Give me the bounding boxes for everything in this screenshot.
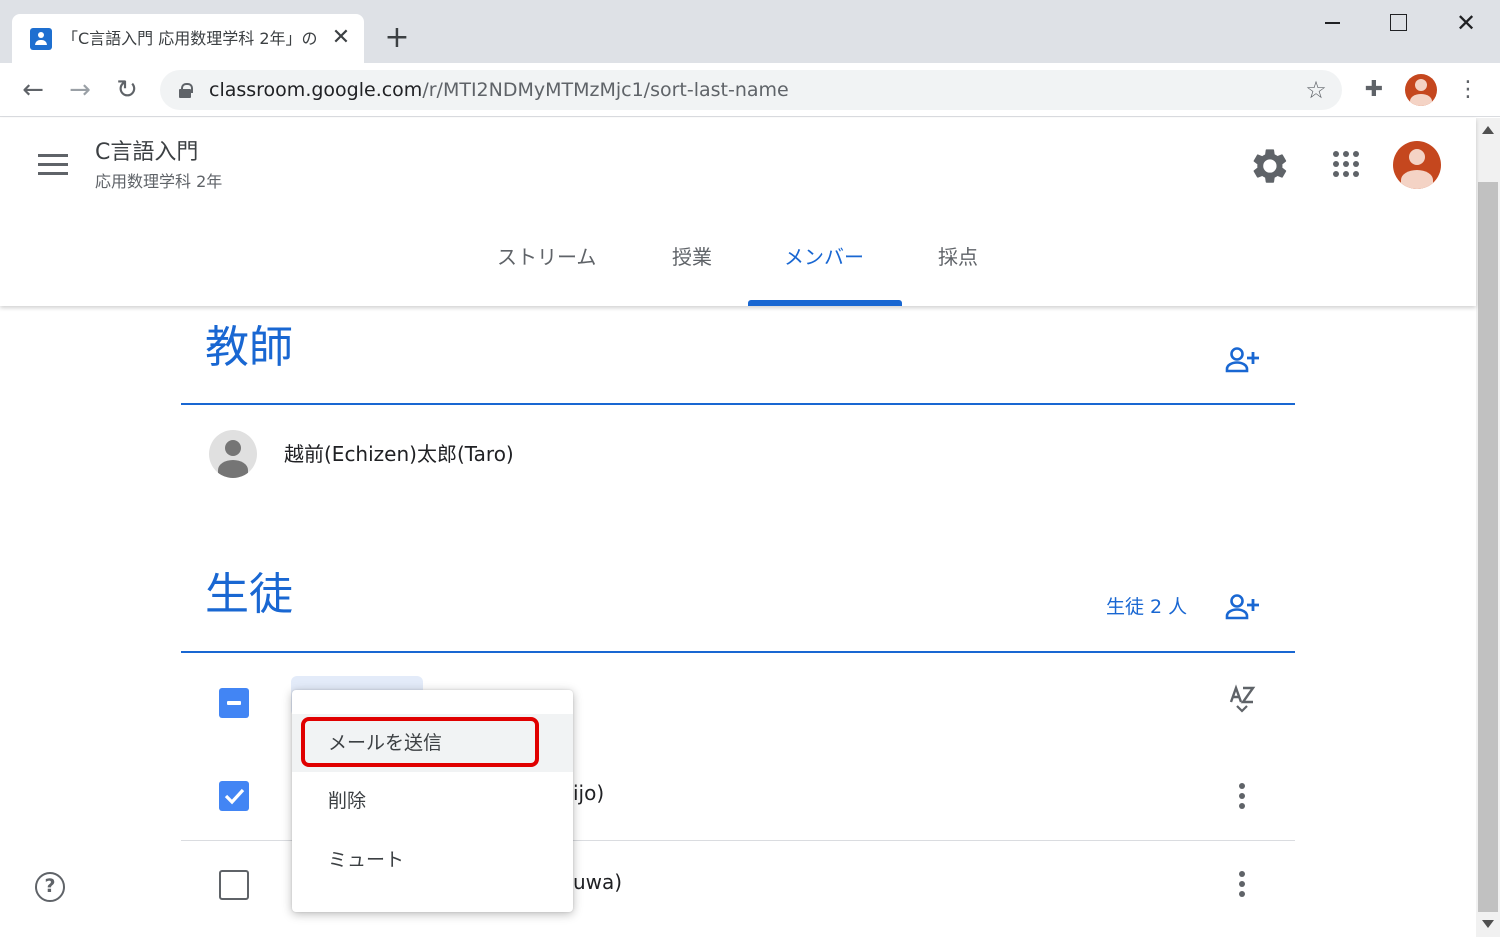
url-host: classroom.google.com bbox=[209, 79, 423, 101]
account-avatar[interactable] bbox=[1393, 141, 1441, 189]
classroom-header: C言語入門 応用数理学科 2年 ストリーム 授業 メンバー 採点 bbox=[0, 118, 1476, 306]
menu-item-remove[interactable]: 削除 bbox=[292, 772, 573, 830]
browser-menu-icon[interactable]: ⋮ bbox=[1455, 74, 1481, 106]
class-subtitle: 応用数理学科 2年 bbox=[95, 172, 223, 191]
scroll-thumb[interactable] bbox=[1478, 182, 1498, 912]
window-close-button[interactable]: ✕ bbox=[1452, 9, 1480, 37]
scroll-up-arrow-icon[interactable] bbox=[1482, 126, 1494, 134]
help-icon[interactable]: ? bbox=[35, 872, 65, 902]
students-heading: 生徒 bbox=[205, 569, 293, 620]
teacher-name: 越前(Echizen)太郎(Taro) bbox=[284, 442, 514, 466]
class-title[interactable]: C言語入門 bbox=[95, 138, 198, 168]
avatar-body-shape bbox=[1401, 170, 1433, 189]
tab-close-icon[interactable]: ✕ bbox=[329, 26, 353, 50]
avatar-head-shape bbox=[1409, 149, 1425, 165]
main-menu-icon[interactable] bbox=[38, 154, 68, 176]
select-all-checkbox[interactable] bbox=[219, 688, 249, 718]
extensions-puzzle-icon[interactable]: ✚ bbox=[1360, 76, 1388, 104]
page-scrollbar[interactable] bbox=[1476, 118, 1500, 937]
students-divider bbox=[181, 651, 1295, 653]
tab-classwork[interactable]: 授業 bbox=[672, 242, 712, 272]
window-minimize-button[interactable] bbox=[1317, 20, 1347, 24]
tab-stream[interactable]: ストリーム bbox=[497, 242, 596, 272]
student-checkbox-1[interactable] bbox=[219, 781, 249, 811]
avatar-head-shape bbox=[1415, 79, 1427, 91]
sort-az-icon[interactable] bbox=[1226, 682, 1258, 714]
new-tab-button[interactable]: + bbox=[382, 23, 412, 54]
student-checkbox-2[interactable] bbox=[219, 870, 249, 900]
reload-button[interactable]: ↻ bbox=[110, 73, 144, 107]
google-apps-icon[interactable] bbox=[1332, 150, 1360, 178]
profile-avatar[interactable] bbox=[1405, 74, 1437, 106]
bookmark-star-icon[interactable]: ☆ bbox=[1302, 76, 1330, 104]
invite-teacher-icon[interactable] bbox=[1225, 346, 1261, 374]
url-path: /r/MTI2NDMyMTMzMjc1/sort-last-name bbox=[422, 79, 789, 101]
annotation-highlight-box bbox=[301, 717, 539, 767]
menu-item-mute[interactable]: ミュート bbox=[292, 831, 573, 889]
student-more-icon-1[interactable] bbox=[1232, 783, 1252, 811]
scroll-down-arrow-icon[interactable] bbox=[1482, 920, 1494, 928]
avatar-head-shape bbox=[225, 440, 241, 456]
lock-icon[interactable] bbox=[179, 83, 193, 98]
back-button[interactable]: ← bbox=[16, 73, 50, 107]
avatar-body-shape bbox=[218, 460, 248, 478]
tab-people[interactable]: メンバー bbox=[784, 242, 864, 272]
teachers-divider bbox=[181, 403, 1295, 405]
student-name-1: ijo) bbox=[573, 781, 605, 805]
classroom-favicon-icon bbox=[30, 28, 52, 50]
tab-grades[interactable]: 採点 bbox=[938, 242, 978, 272]
url-text[interactable]: classroom.google.com/r/MTI2NDMyMTMzMjc1/… bbox=[209, 78, 789, 102]
teachers-heading: 教師 bbox=[205, 322, 293, 373]
address-bar[interactable]: classroom.google.com/r/MTI2NDMyMTMzMjc1/… bbox=[160, 70, 1342, 110]
forward-button[interactable]: → bbox=[63, 73, 97, 107]
student-name-2: uwa) bbox=[573, 870, 623, 894]
invite-student-icon[interactable] bbox=[1225, 593, 1261, 621]
avatar-body-shape bbox=[1410, 94, 1432, 106]
active-tab-indicator bbox=[748, 300, 902, 306]
student-count: 生徒 2 人 bbox=[1106, 596, 1188, 618]
student-more-icon-2[interactable] bbox=[1232, 871, 1252, 899]
browser-toolbar: ← → ↻ classroom.google.com/r/MTI2NDMyMTM… bbox=[0, 63, 1500, 117]
settings-gear-icon[interactable] bbox=[1250, 146, 1290, 186]
checkmark-icon bbox=[224, 788, 245, 805]
browser-tab[interactable]: 「C言語入門 応用数理学科 2年」の ✕ bbox=[12, 14, 364, 63]
browser-tab-strip: 「C言語入門 応用数理学科 2年」の ✕ + ✕ bbox=[0, 0, 1500, 63]
tab-title: 「C言語入門 応用数理学科 2年」の bbox=[62, 29, 318, 48]
teacher-avatar bbox=[209, 430, 257, 478]
window-maximize-button[interactable] bbox=[1390, 14, 1407, 31]
